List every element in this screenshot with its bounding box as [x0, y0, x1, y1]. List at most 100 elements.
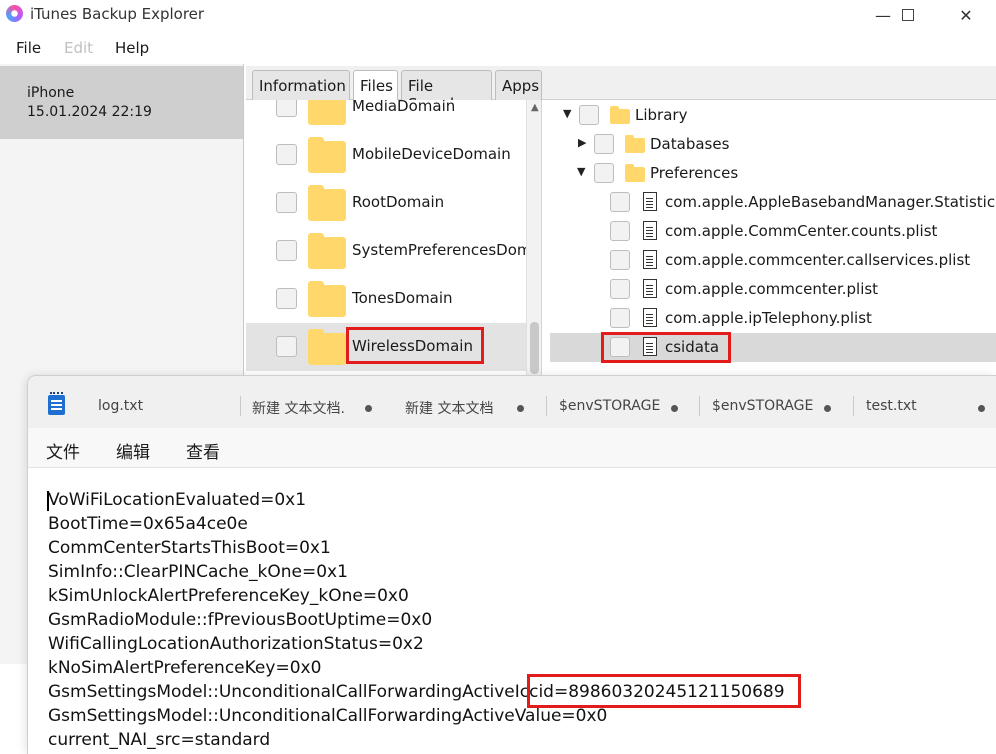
notepad-tab[interactable]: 新建 文本文档: [405, 398, 493, 418]
tree-row[interactable]: com.apple.commcenter.callservices.plist: [550, 246, 996, 275]
tab-files[interactable]: Files: [353, 70, 398, 100]
tree-label: com.apple.ipTelephony.plist: [665, 309, 872, 327]
folder-icon: [625, 135, 645, 153]
file-icon: [643, 221, 657, 240]
folder-icon: [308, 233, 346, 269]
close-button[interactable]: ✕: [943, 0, 989, 30]
text-line: VoWiFiLocationEvaluated=0x1: [48, 490, 307, 510]
scroll-up-icon[interactable]: ▲: [531, 102, 539, 113]
notepad-tab[interactable]: 新建 文本文档.: [252, 398, 345, 418]
scrollbar-thumb[interactable]: [530, 322, 539, 374]
notepad-tab[interactable]: $envSTORAGE: [712, 398, 813, 414]
domain-list-scrollbar[interactable]: ▲: [526, 100, 541, 380]
text-line: current_NAI_src=standard: [48, 730, 271, 750]
tree-checkbox[interactable]: [579, 105, 599, 125]
text-line: GsmRadioModule::fPreviousBootUptime=0x0: [48, 610, 433, 630]
notepad-tab[interactable]: $envSTORAGE: [559, 398, 660, 414]
text-line: SimInfo::ClearPINCache_kOne=0x1: [48, 562, 348, 582]
domain-checkbox[interactable]: [276, 336, 297, 357]
notepad-tab[interactable]: log.txt: [98, 398, 143, 414]
maximize-button[interactable]: [885, 0, 931, 30]
highlight-box-iccid: [527, 674, 801, 708]
tree-checkbox[interactable]: [594, 134, 614, 154]
domain-label: SystemPreferencesDomain: [352, 241, 526, 259]
tree-row[interactable]: com.apple.AppleBasebandManager.Statistic…: [550, 188, 996, 217]
menu-help[interactable]: Help: [115, 39, 149, 57]
notepad-text-area[interactable]: VoWiFiLocationEvaluated=0x1 BootTime=0x6…: [28, 468, 996, 754]
tree-checkbox[interactable]: [610, 308, 630, 328]
domain-label: RootDomain: [352, 193, 445, 211]
window-title: iTunes Backup Explorer: [30, 5, 205, 23]
tree-row[interactable]: com.apple.commcenter.plist: [550, 275, 996, 304]
tab-separator: [699, 396, 700, 416]
folder-icon: [625, 164, 645, 182]
notepad-menu-edit[interactable]: 编辑: [116, 438, 150, 463]
tab-file-search[interactable]: File Search: [401, 70, 492, 113]
notepad-window: log.txt 新建 文本文档. 新建 文本文档 $envSTORAGE $en…: [28, 376, 996, 754]
menu-file[interactable]: File: [16, 39, 41, 57]
folder-icon: [610, 106, 630, 124]
tab-apps[interactable]: Apps: [495, 70, 542, 100]
tree-label: com.apple.commcenter.plist: [665, 280, 879, 298]
tree-label: com.apple.AppleBasebandManager.Statistic…: [665, 193, 996, 211]
notepad-tab-strip: log.txt 新建 文本文档. 新建 文本文档 $envSTORAGE $en…: [28, 376, 996, 428]
tree-checkbox[interactable]: [610, 279, 630, 299]
notepad-tab[interactable]: test.txt: [866, 398, 917, 414]
tree-label: com.apple.commcenter.callservices.plist: [665, 251, 971, 269]
tree-label: Preferences: [650, 164, 739, 182]
domain-row[interactable]: RootDomain: [246, 179, 526, 227]
tree-checkbox[interactable]: [610, 221, 630, 241]
notepad-menu-file[interactable]: 文件: [46, 438, 80, 463]
tab-information[interactable]: Information: [252, 70, 350, 100]
domain-checkbox[interactable]: [276, 240, 297, 261]
tree-checkbox[interactable]: [610, 250, 630, 270]
tree-row[interactable]: ▼ Library: [550, 101, 996, 130]
domain-label: MediaDomain: [352, 100, 456, 115]
tree-row[interactable]: com.apple.ipTelephony.plist: [550, 304, 996, 333]
highlight-box-wirelessdomain: [346, 327, 484, 364]
tree-row[interactable]: com.apple.CommCenter.counts.plist: [550, 217, 996, 246]
maximize-icon: [902, 9, 914, 21]
domain-row[interactable]: SystemPreferencesDomain: [246, 227, 526, 275]
expanded-arrow-icon[interactable]: ▼: [577, 165, 585, 178]
tab-separator: [546, 396, 547, 416]
folder-icon: [308, 329, 346, 365]
tree-checkbox[interactable]: [610, 192, 630, 212]
tree-checkbox[interactable]: [594, 163, 614, 183]
domain-label: TonesDomain: [352, 289, 453, 307]
unsaved-dot-icon: [978, 405, 985, 412]
close-icon: ✕: [959, 5, 973, 25]
domain-row[interactable]: TonesDomain: [246, 275, 526, 323]
file-icon: [643, 308, 657, 327]
collapsed-arrow-icon[interactable]: ▶: [578, 136, 586, 149]
expanded-arrow-icon[interactable]: ▼: [563, 107, 571, 120]
text-line: kSimUnlockAlertPreferenceKey_kOne=0x0: [48, 586, 409, 606]
device-list-item[interactable]: iPhone 15.01.2024 22:19: [0, 66, 243, 139]
folder-icon: [308, 100, 346, 125]
tree-label: com.apple.CommCenter.counts.plist: [665, 222, 938, 240]
text-line: CommCenterStartsThisBoot=0x1: [48, 538, 331, 558]
tab-separator: [853, 396, 854, 416]
tree-row[interactable]: ▼ Preferences: [550, 159, 996, 188]
folder-icon: [308, 281, 346, 317]
domain-checkbox[interactable]: [276, 144, 297, 165]
tree-row[interactable]: ▶ Databases: [550, 130, 996, 159]
domain-label: MobileDeviceDomain: [352, 145, 511, 163]
menu-bar: File Edit Help: [0, 35, 996, 61]
domain-row[interactable]: MediaDomain: [246, 100, 526, 131]
main-tab-bar: Information Files File Search Apps: [246, 66, 996, 113]
domain-checkbox[interactable]: [276, 100, 297, 117]
text-line: GsmSettingsModel::UnconditionalCallForwa…: [48, 706, 608, 726]
tree-label: Databases: [650, 135, 730, 153]
text-line: WifiCallingLocationAuthorizationStatus=0…: [48, 634, 424, 654]
notepad-menu-view[interactable]: 查看: [186, 438, 220, 463]
domain-row[interactable]: MobileDeviceDomain: [246, 131, 526, 179]
domain-checkbox[interactable]: [276, 288, 297, 309]
domain-checkbox[interactable]: [276, 192, 297, 213]
file-icon: [643, 250, 657, 269]
title-bar: iTunes Backup Explorer — ✕: [0, 0, 996, 31]
menu-edit[interactable]: Edit: [64, 39, 93, 57]
folder-icon: [308, 185, 346, 221]
tab-separator: [240, 396, 241, 416]
tree-label: Library: [635, 106, 688, 124]
